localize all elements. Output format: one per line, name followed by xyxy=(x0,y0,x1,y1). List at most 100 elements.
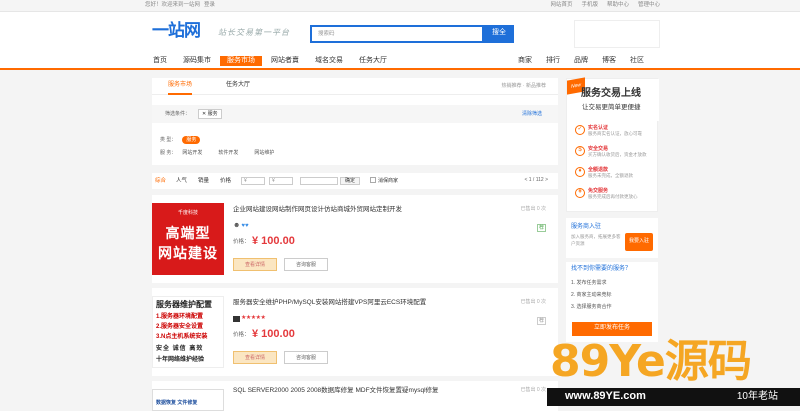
sort-popular[interactable]: 人气 xyxy=(176,178,187,185)
nav-item-home[interactable]: 首页 xyxy=(146,56,174,66)
login-link[interactable]: 登录 xyxy=(204,2,215,9)
contact-service-button[interactable]: 咨询客服 xyxy=(284,351,328,364)
price-confirm-button[interactable]: 确定 xyxy=(340,177,360,185)
price-from-input[interactable]: ¥ xyxy=(241,177,265,185)
filter-cat-soft-dev[interactable]: 软件开发 xyxy=(218,150,238,156)
thumb-headline: 服务器维护配置 xyxy=(156,300,212,309)
service-title[interactable]: SQL SERVER2000 2005 2008数据库修复 MDF文件恢复置疑m… xyxy=(233,387,439,395)
contact-service-button[interactable]: 咨询客服 xyxy=(284,258,328,271)
feature-desc: 服务未完成，全额退款 xyxy=(588,173,633,178)
promo-header: New 服务交易上线 让交易更简单更便捷 xyxy=(567,77,659,121)
header-ad[interactable] xyxy=(574,20,660,48)
feature-item: ¥ 免交服务 服务完成后再付款更放心 xyxy=(575,188,638,199)
service-title[interactable]: 企业网站建设网站制作网页设计仿站商城外贸网站定制开发 xyxy=(233,206,402,214)
sort-bar: 综合 人气 销量 价格 ¥ ¥ 确定 消保商家 < 1 / 112 > xyxy=(152,173,558,189)
view-detail-button[interactable]: 查看详情 xyxy=(233,351,277,364)
nav-item-tasks[interactable]: 任务大厅 xyxy=(352,56,394,66)
feature-desc: 买方确认收货后，资金才放款 xyxy=(588,152,647,157)
publish-task-button[interactable]: 立即发布任务 xyxy=(572,322,652,336)
service-card: 千度科技 高端型 网站建设 企业网站建设网站制作网页设计仿站商城外贸网站定制开发… xyxy=(152,195,558,283)
thumb-line: 十年网络维护经验 xyxy=(156,357,205,363)
merchant-join-panel: 服务商入驻 加入服务商，拓展更多客户资源 我要入驻 xyxy=(566,218,658,258)
filter-panel: 筛选条件： ✕ 服务 清除筛选 类 型： 服务 服 务： 网站开发 软件开发 网… xyxy=(152,95,558,165)
nav-item-blog[interactable]: 博客 xyxy=(602,57,616,65)
filter-chip[interactable]: ✕ 服务 xyxy=(198,109,222,119)
verified-icon: ✓ xyxy=(575,125,585,135)
view-detail-button[interactable]: 查看详情 xyxy=(233,258,277,271)
tab-service-market[interactable]: 服务市场 xyxy=(168,82,193,96)
nav-item-brand[interactable]: 品牌 xyxy=(574,57,588,65)
feature-desc: 服务商实名认证，放心可靠 xyxy=(588,131,642,136)
consumer-protect-checkbox[interactable] xyxy=(370,177,376,183)
service-thumbnail[interactable]: 千度科技 高端型 网站建设 xyxy=(152,203,224,275)
greeting-text: 您好！欢迎来到一站网 xyxy=(145,2,201,8)
service-price: ¥ 100.00 xyxy=(252,328,295,340)
feature-item: ✓ 实名认证 服务商实名认证，放心可靠 xyxy=(575,125,642,136)
user-icon: ☻ xyxy=(233,222,241,229)
nav-item-community[interactable]: 社区 xyxy=(630,57,644,65)
service-sales: 已售出 0 次 xyxy=(520,387,546,393)
nav-item-rank[interactable]: 排行 xyxy=(546,57,560,65)
promo-subtitle: 让交易更简单更便捷 xyxy=(582,104,641,111)
service-tabs: 服务市场 任务大厅 热销推荐 · 新品推荐 xyxy=(152,78,558,96)
watermark-url: www.89YE.com xyxy=(565,390,646,402)
service-thumbnail[interactable]: 服务器维护配置 1.服务器环境配置 2.服务器安全设置 3.N点主机系统安装 安… xyxy=(152,296,224,368)
thumb-headline: 数据恢复 文件修复 xyxy=(156,400,198,406)
price-to-input[interactable]: ¥ xyxy=(269,177,293,185)
seller-badges: ☻ ♥♥ xyxy=(233,222,249,230)
price-extra-input[interactable] xyxy=(300,177,338,185)
site-watermark: 89Ye源码 www.89YE.com 10年老站 xyxy=(547,336,800,411)
top-link-mobile[interactable]: 手机版 xyxy=(581,2,598,9)
service-sales: 已售出 0 次 xyxy=(520,206,546,212)
consumer-protect-label: 消保商家 xyxy=(378,178,399,184)
star-rating-icon: ★★★★★ xyxy=(241,315,266,321)
site-slogan: 站长交易第一平台 xyxy=(218,28,290,37)
filter-cat-web-dev[interactable]: 网站开发 xyxy=(182,150,202,156)
price-label: 价格： xyxy=(233,332,250,338)
filter-cat-label: 服 务： xyxy=(160,150,177,156)
recommend-badge: 荐 xyxy=(537,224,546,232)
clear-filter-link[interactable]: 清除筛选 xyxy=(522,111,542,117)
filter-type-label: 类 型： xyxy=(160,137,177,143)
nav-item-service[interactable]: 服务市场 xyxy=(220,56,262,67)
service-card: 数据恢复 文件修复 SQL SERVER2000 2005 2008数据库修复 … xyxy=(152,381,558,411)
site-logo[interactable]: 一站网 xyxy=(152,21,201,41)
filter-type-value[interactable]: 服务 xyxy=(182,136,201,144)
service-card: 服务器维护配置 1.服务器环境配置 2.服务器安全设置 3.N点主机系统安装 安… xyxy=(152,288,558,376)
site-header: 一站网 站长交易第一平台 搜索码 搜全 xyxy=(0,12,800,52)
search-button[interactable]: 搜全 xyxy=(484,25,514,43)
service-price: ¥ 100.00 xyxy=(252,235,295,247)
watermark-logo: 89Ye源码 xyxy=(550,336,752,387)
top-link-help[interactable]: 帮助中心 xyxy=(607,2,629,9)
service-title[interactable]: 服务器安全维护PHP/MySQL安装网站搭建VPS阿里云ECS环境配置 xyxy=(233,299,426,307)
filter-row-type: 类 型： 服务 xyxy=(160,136,201,144)
nav-item-domains[interactable]: 域名交易 xyxy=(308,56,350,66)
service-sales: 已售出 0 次 xyxy=(520,299,546,305)
join-button[interactable]: 我要入驻 xyxy=(625,233,653,251)
sort-sales[interactable]: 销量 xyxy=(198,178,209,185)
step-item: 1. 发布任务需求 xyxy=(571,280,607,286)
top-link-home[interactable]: 网站首页 xyxy=(550,2,572,9)
nav-item-sites[interactable]: 网站者賣 xyxy=(264,56,306,66)
tab-task-hall[interactable]: 任务大厅 xyxy=(226,82,250,89)
search-input[interactable]: 搜索码 xyxy=(310,25,484,43)
nav-item-shops[interactable]: 商家 xyxy=(518,57,532,65)
seller-badges: ★★★★★ xyxy=(233,315,266,322)
filter-cat-web-maint[interactable]: 网站维护 xyxy=(254,150,274,156)
pager[interactable]: < 1 / 112 > xyxy=(524,177,548,183)
step-item: 2. 商家主动来竞标 xyxy=(571,292,612,298)
help-title: 找不到你需要的服务？ xyxy=(571,266,632,272)
nav-item-source[interactable]: 源码集市 xyxy=(176,56,218,66)
refund-icon: ♦ xyxy=(575,167,585,177)
service-thumbnail[interactable]: 数据恢复 文件修复 xyxy=(152,389,224,411)
sort-price[interactable]: 价格 xyxy=(220,178,231,185)
step-item: 3. 选择服务商合作 xyxy=(571,304,612,310)
price-label: 价格： xyxy=(233,239,250,245)
top-link-admin[interactable]: 管理中心 xyxy=(638,2,660,9)
publish-task-panel: 找不到你需要的服务？ 1. 发布任务需求 2. 商家主动来竞标 3. 选择服务商… xyxy=(566,262,658,342)
join-title: 服务商入驻 xyxy=(571,224,602,230)
tab-links[interactable]: 热销推荐 · 新品推荐 xyxy=(502,83,546,89)
watermark-tag: 10年老站 xyxy=(736,391,778,402)
sort-default[interactable]: 综合 xyxy=(155,178,166,185)
promo-panel: New 服务交易上线 让交易更简单更便捷 ✓ 实名认证 服务商实名认证，放心可靠 … xyxy=(566,77,659,212)
